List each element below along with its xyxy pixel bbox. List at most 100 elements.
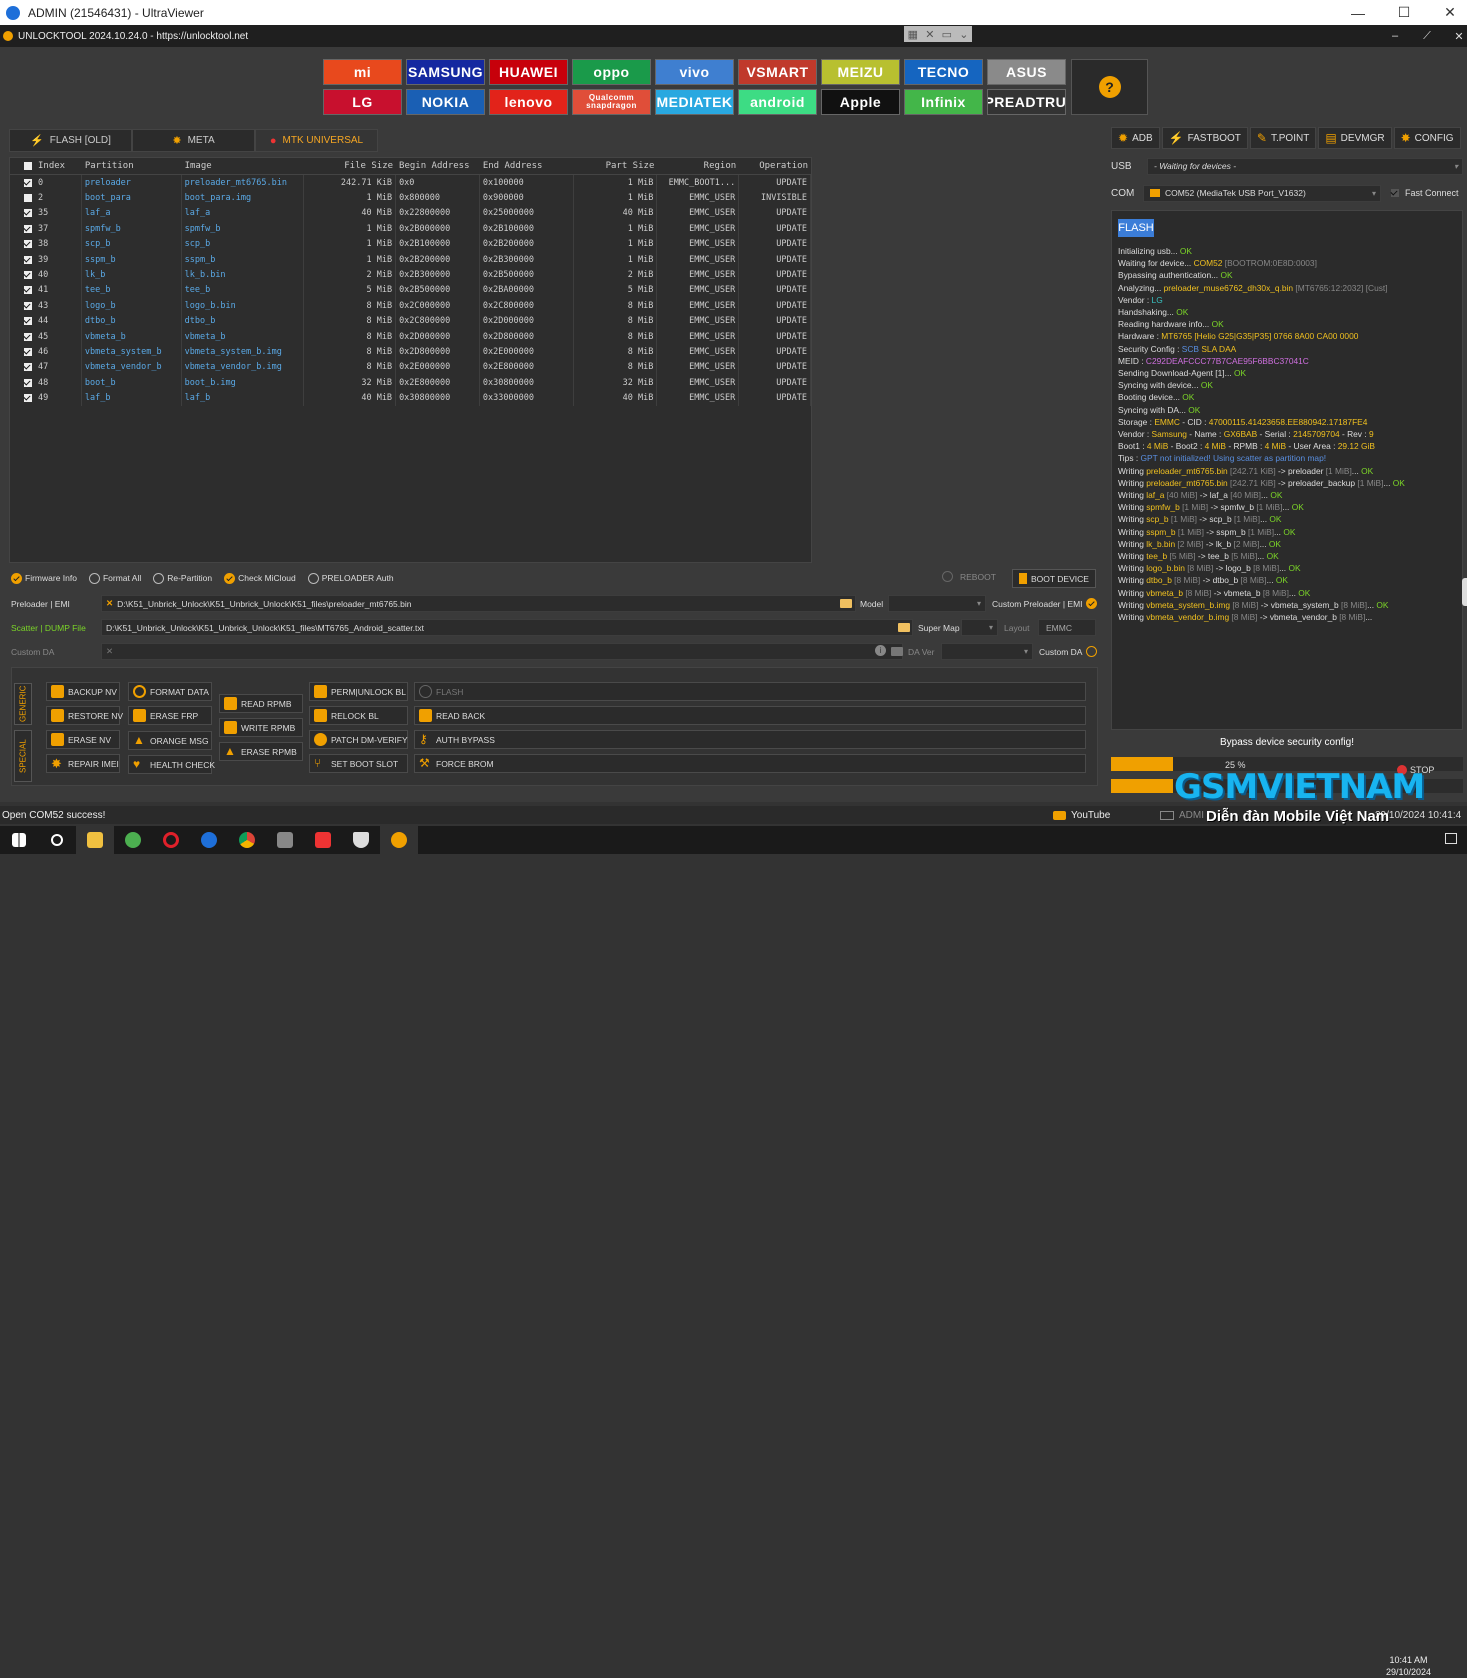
brand-asus[interactable]: ASUS: [987, 59, 1066, 85]
table-row[interactable]: 2 boot_para boot_para.img 1 MiB 0x800000 0x90…: [10, 190, 811, 206]
tab-adb[interactable]: ✹ ADB: [1111, 127, 1160, 149]
taskbar-explorer[interactable]: [76, 826, 114, 854]
layout-value[interactable]: EMMC: [1038, 619, 1096, 636]
row-checkbox[interactable]: [24, 255, 32, 264]
read-back-button[interactable]: READ BACK: [414, 706, 1086, 725]
brand-meizu[interactable]: MEIZU: [821, 59, 900, 85]
folder-icon[interactable]: [891, 647, 903, 656]
option-check-micloud[interactable]: Check MiCloud: [224, 572, 296, 584]
taskbar-opera[interactable]: [152, 826, 190, 854]
row-checkbox[interactable]: [24, 271, 32, 280]
row-checkbox[interactable]: [24, 317, 32, 326]
table-row[interactable]: 46 vbmeta_system_b vbmeta_system_b.img 8 Mi…: [10, 344, 811, 360]
write-rpmb-button[interactable]: WRITE RPMB: [219, 718, 303, 737]
brand-lenovo[interactable]: lenovo: [489, 89, 568, 115]
table-row[interactable]: 41 tee_b tee_b 5 MiB 0x2B500000 0x2BA00000 5 M…: [10, 282, 811, 299]
brand-oppo[interactable]: oppo: [572, 59, 651, 85]
table-row[interactable]: 47 vbmeta_vendor_b vbmeta_vendor_b.img 8 Mi…: [10, 359, 811, 376]
header-index[interactable]: Index: [10, 158, 82, 174]
custom-preloader-toggle[interactable]: [1086, 598, 1097, 609]
usb-device-dropdown[interactable]: - Waiting for devices -: [1147, 157, 1463, 175]
clear-icon[interactable]: ✕: [106, 646, 113, 657]
taskbar-shield[interactable]: [342, 826, 380, 854]
option-radio[interactable]: [11, 572, 22, 584]
tab-generic[interactable]: GENERIC: [14, 683, 32, 725]
table-row[interactable]: 44 dtbo_b dtbo_b 8 MiB 0x2C800000 0x2D000000 8…: [10, 313, 811, 329]
backup-nv-button[interactable]: BACKUP NV: [46, 682, 120, 701]
brand-apple[interactable]: Apple: [821, 89, 900, 115]
table-row[interactable]: 0 preloader preloader_mt6765.bin 242.71 KiB…: [10, 175, 811, 191]
app-pin-icon[interactable]: ⟋: [1412, 25, 1442, 47]
custom-da-toggle[interactable]: [1086, 646, 1097, 657]
maximize-icon[interactable]: ☐: [1381, 0, 1427, 25]
auth-bypass-button[interactable]: ⚷ AUTH BYPASS: [414, 730, 1086, 749]
option-radio[interactable]: [224, 572, 236, 584]
minimize-icon[interactable]: —: [1335, 0, 1381, 25]
row-checkbox[interactable]: [24, 224, 32, 233]
restore-nv-button[interactable]: RESTORE NV: [46, 706, 123, 725]
reboot-radio[interactable]: [942, 571, 953, 582]
option-preloader-auth[interactable]: PRELOADER Auth: [307, 572, 394, 584]
side-handle[interactable]: [1462, 578, 1467, 606]
brand-mediatek[interactable]: MEDIATEK: [655, 89, 734, 115]
brand-spreadtrum[interactable]: SPREADTRUM: [987, 89, 1066, 115]
taskbar-app-red[interactable]: [304, 826, 342, 854]
taskbar-app-green[interactable]: [114, 826, 152, 854]
row-checkbox[interactable]: [24, 194, 32, 203]
table-row[interactable]: 40 lk_b lk_b.bin 2 MiB 0x2B300000 0x2B500000 2…: [10, 267, 811, 283]
row-checkbox[interactable]: [24, 347, 32, 356]
brand-qualcomm-snapdragon[interactable]: Qualcomm snapdragon: [572, 89, 651, 115]
tab-meta[interactable]: ✸ META: [132, 129, 255, 152]
info-icon[interactable]: i: [875, 645, 886, 656]
disconnect-icon[interactable]: ✕: [925, 28, 934, 41]
taskbar-app-gray[interactable]: [266, 826, 304, 854]
brand-samsung[interactable]: SAMSUNG: [406, 59, 485, 85]
da-ver-dropdown[interactable]: [941, 643, 1033, 660]
table-row[interactable]: 38 scp_b scp_b 1 MiB 0x2B100000 0x2B200000 1 M…: [10, 236, 811, 252]
row-checkbox[interactable]: [24, 332, 32, 341]
patch-dm-verify-button[interactable]: PATCH DM-VERIFY: [309, 730, 408, 749]
row-checkbox[interactable]: [24, 378, 32, 387]
model-dropdown[interactable]: [888, 595, 986, 612]
brand-mi[interactable]: mi: [323, 59, 402, 85]
option-format-all[interactable]: Format All: [88, 572, 141, 584]
table-row[interactable]: 48 boot_b boot_b.img 32 MiB 0x2E800000 0x3080…: [10, 375, 811, 391]
brand-android[interactable]: android: [738, 89, 817, 115]
force-brom-button[interactable]: ⚒ FORCE BROM: [414, 754, 1086, 773]
brand-huawei[interactable]: HUAWEI: [489, 59, 568, 85]
boot-device-button[interactable]: BOOT DEVICE: [1012, 569, 1096, 588]
clear-icon[interactable]: ✕: [106, 598, 113, 609]
option-re-partition[interactable]: Re-Partition: [153, 572, 212, 584]
brand-tecno[interactable]: TECNO: [904, 59, 983, 85]
tab-fastboot[interactable]: ⚡ FASTBOOT: [1161, 127, 1248, 149]
screen-icon[interactable]: ▭: [942, 28, 952, 41]
format-data-button[interactable]: FORMAT DATA: [128, 682, 212, 701]
custom-da-input[interactable]: ✕: [101, 643, 903, 660]
grid-icon[interactable]: ▦: [908, 28, 918, 41]
tab-special[interactable]: SPECIAL: [14, 730, 32, 782]
table-row[interactable]: 45 vbmeta_b vbmeta_b 8 MiB 0x2D000000 0x2D800…: [10, 328, 811, 345]
taskbar-unlocktool[interactable]: [380, 826, 418, 854]
perm-unlock-bl-button[interactable]: PERM|UNLOCK BL: [309, 682, 408, 701]
health-check-button[interactable]: ♥ HEALTH CHECK: [128, 755, 215, 774]
row-checkbox[interactable]: [24, 178, 32, 187]
com-port-dropdown[interactable]: COM52 (MediaTek USB Port_V1632): [1143, 184, 1381, 202]
option-firmware-info[interactable]: Firmware Info: [11, 572, 77, 584]
folder-icon[interactable]: [898, 623, 910, 632]
brand-vivo[interactable]: vivo: [655, 59, 734, 85]
table-row[interactable]: 39 sspm_b sspm_b 1 MiB 0x2B200000 0x2B300000 1…: [10, 251, 811, 268]
brand-infinix[interactable]: Infinix: [904, 89, 983, 115]
taskbar-chrome[interactable]: [228, 826, 266, 854]
table-row[interactable]: 37 spmfw_b spmfw_b 1 MiB 0x2B000000 0x2B10000…: [10, 221, 811, 237]
erase-frp-button[interactable]: ERASE FRP: [128, 706, 212, 725]
brand-lg[interactable]: LG: [323, 89, 402, 115]
reboot-option[interactable]: REBOOT: [942, 571, 996, 582]
app-close-icon[interactable]: ✕: [1444, 25, 1467, 47]
option-radio[interactable]: [153, 572, 165, 584]
fast-connect-checkbox[interactable]: [1391, 189, 1399, 197]
row-checkbox[interactable]: [24, 286, 32, 295]
app-minimize-icon[interactable]: –: [1380, 25, 1410, 47]
brand-nokia[interactable]: NOKIA: [406, 89, 485, 115]
table-row[interactable]: 43 logo_b logo_b.bin 8 MiB 0x2C000000 0x2C800…: [10, 298, 811, 314]
table-row[interactable]: 35 laf_a laf_a 40 MiB 0x22800000 0x25000000 40…: [10, 205, 811, 222]
